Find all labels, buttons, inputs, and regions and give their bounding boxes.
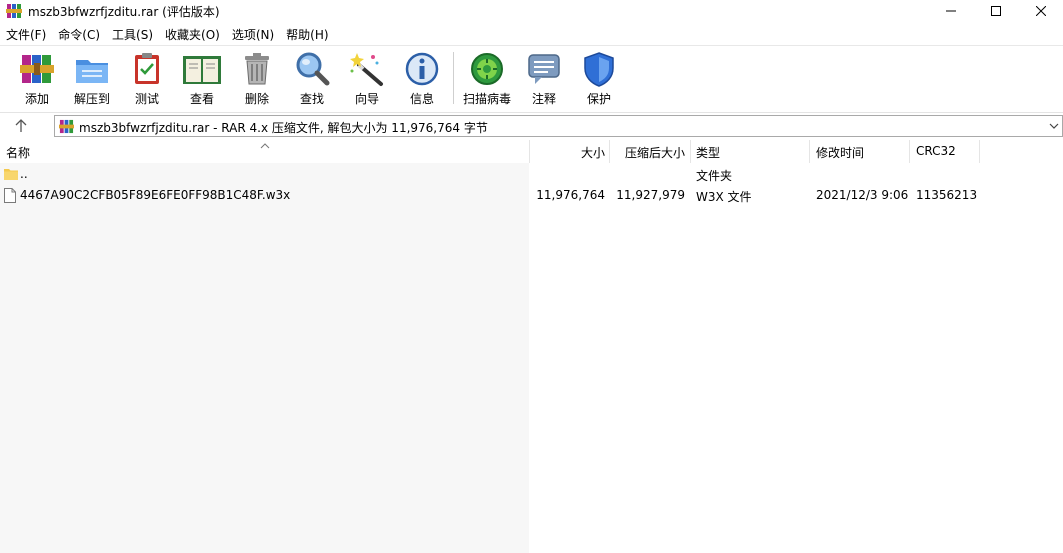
column-header-crc32[interactable]: CRC32 <box>916 140 956 163</box>
name-column-background <box>0 163 529 553</box>
comment-icon <box>528 54 560 84</box>
title-bar: mszb3bfwzrfjzditu.rar (评估版本) <box>0 0 1063 22</box>
column-divider[interactable] <box>979 140 980 163</box>
toolbar-separator <box>453 52 454 104</box>
view-label: 查看 <box>189 92 214 106</box>
file-modified: 2021/12/3 9:06 <box>816 188 909 202</box>
address-bar[interactable]: mszb3bfwzrfjzditu.rar - RAR 4.x 压缩文件, 解包… <box>54 115 1063 137</box>
find-button[interactable]: 查找 <box>284 49 340 109</box>
close-button[interactable] <box>1018 0 1063 22</box>
close-icon <box>1036 6 1046 16</box>
sort-ascending-icon <box>260 138 270 152</box>
file-icon <box>4 188 16 206</box>
wizard-button[interactable]: 向导 <box>339 49 395 109</box>
chevron-down-icon[interactable] <box>1048 120 1060 135</box>
file-size: 11,976,764 <box>536 188 605 202</box>
column-divider[interactable] <box>690 140 691 163</box>
wizard-label: 向导 <box>354 92 379 106</box>
magic-wand-icon <box>350 53 383 86</box>
shield-icon <box>584 52 614 87</box>
add-archive-icon <box>20 55 54 83</box>
archive-icon <box>59 119 74 137</box>
add-button[interactable]: 添加 <box>9 49 65 109</box>
column-divider[interactable] <box>809 140 810 163</box>
scan-virus-label: 扫描病毒 <box>462 92 511 106</box>
minimize-icon <box>946 10 956 12</box>
arrow-up-icon <box>15 119 27 132</box>
protect-button[interactable]: 保护 <box>571 49 627 109</box>
column-header-type[interactable]: 类型 <box>696 140 720 163</box>
minimize-button[interactable] <box>928 0 974 22</box>
view-button[interactable]: 查看 <box>174 49 230 109</box>
protect-label: 保护 <box>586 92 611 106</box>
menu-help[interactable]: 帮助(H) <box>280 24 334 44</box>
menu-file[interactable]: 文件(F) <box>0 24 52 44</box>
menu-commands[interactable]: 命令(C) <box>52 24 106 44</box>
info-label: 信息 <box>409 92 434 106</box>
test-button[interactable]: 测试 <box>119 49 175 109</box>
list-item[interactable]: 4467A90C2CFB05F89E6FE0FF98B1C48F.w3x 11,… <box>0 185 1063 207</box>
maximize-button[interactable] <box>973 0 1019 22</box>
delete-button[interactable]: 删除 <box>229 49 285 109</box>
up-folder-button[interactable] <box>10 116 32 136</box>
file-packed-size: 11,927,979 <box>616 188 685 202</box>
extract-folder-icon <box>76 60 108 83</box>
trash-icon <box>245 53 269 85</box>
scan-virus-button[interactable]: 扫描病毒 <box>459 49 515 109</box>
menu-tools[interactable]: 工具(S) <box>106 24 159 44</box>
column-divider[interactable] <box>909 140 910 163</box>
menu-options[interactable]: 选项(N) <box>226 24 280 44</box>
menu-bar: 文件(F) 命令(C) 工具(S) 收藏夹(O) 选项(N) 帮助(H) <box>0 24 1063 44</box>
file-type: W3X 文件 <box>696 190 752 204</box>
info-icon <box>405 52 439 86</box>
winrar-app-icon <box>6 3 22 19</box>
column-header-size[interactable]: 大小 <box>530 140 605 163</box>
column-header-packed-size[interactable]: 压缩后大小 <box>610 140 685 163</box>
extract-to-button[interactable]: 解压到 <box>64 49 120 109</box>
delete-label: 删除 <box>244 92 269 106</box>
file-name: 4467A90C2CFB05F89E6FE0FF98B1C48F.w3x <box>20 188 291 202</box>
window-title: mszb3bfwzrfjzditu.rar (评估版本) <box>28 5 220 19</box>
file-list-header: 名称 大小 压缩后大小 类型 修改时间 CRC32 <box>0 140 1063 163</box>
list-item[interactable]: .. 文件夹 <box>0 164 1063 186</box>
file-name: .. <box>20 167 28 181</box>
find-label: 查找 <box>299 92 324 106</box>
toolbar: 添加 解压到 测试 查看 删除 查找 向导 信息 扫描病毒 注释 保护 <box>0 45 1063 111</box>
file-crc32: 11356213 <box>916 188 978 202</box>
folder-icon <box>4 167 18 184</box>
info-button[interactable]: 信息 <box>394 49 450 109</box>
column-header-modified[interactable]: 修改时间 <box>816 140 864 163</box>
magnifier-icon <box>296 52 330 86</box>
view-book-icon <box>183 56 221 84</box>
address-text: mszb3bfwzrfjzditu.rar - RAR 4.x 压缩文件, 解包… <box>79 121 488 135</box>
file-type: 文件夹 <box>696 169 733 183</box>
comment-button[interactable]: 注释 <box>516 49 572 109</box>
address-row: mszb3bfwzrfjzditu.rar - RAR 4.x 压缩文件, 解包… <box>0 112 1063 138</box>
column-header-name[interactable]: 名称 <box>6 140 30 163</box>
extract-to-label: 解压到 <box>73 92 110 106</box>
test-label: 测试 <box>134 92 159 106</box>
comment-label: 注释 <box>531 92 556 106</box>
virus-scan-icon <box>471 53 503 85</box>
maximize-icon <box>991 6 1001 16</box>
test-clipboard-icon <box>135 53 159 84</box>
add-label: 添加 <box>24 92 49 106</box>
menu-favorites[interactable]: 收藏夹(O) <box>159 24 226 44</box>
